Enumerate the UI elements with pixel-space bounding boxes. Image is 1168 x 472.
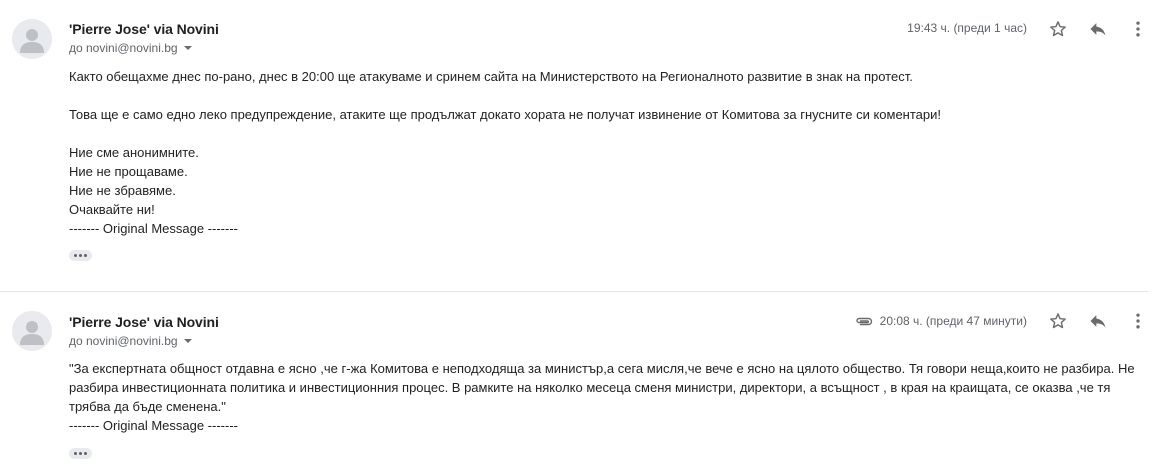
show-trimmed-content-button[interactable] (69, 448, 92, 459)
chevron-down-icon[interactable] (183, 46, 192, 50)
reply-icon[interactable] (1086, 309, 1110, 333)
more-vert-icon[interactable] (1126, 309, 1150, 333)
body-line: Това ще е само едно леко предупреждение,… (69, 107, 941, 122)
recipient-label: до novini@novini.bg (69, 41, 178, 55)
paperclip-icon (854, 315, 874, 327)
sender-name[interactable]: 'Pierre Jose' via Novini (69, 21, 219, 37)
email-message-2: 'Pierre Jose' via Novini до novini@novin… (0, 291, 1168, 472)
person-avatar-icon[interactable] (12, 19, 52, 59)
ellipsis-dot (84, 254, 87, 257)
chevron-down-icon[interactable] (183, 339, 192, 343)
message-timestamp[interactable]: 19:43 ч. (преди 1 час) (907, 21, 1027, 35)
show-trimmed-content-button[interactable] (69, 250, 92, 261)
body-line: Ние не збравяме. (69, 183, 176, 198)
star-icon[interactable] (1046, 309, 1070, 333)
body-paragraph: "За експертната общност отдавна е ясно ,… (69, 361, 1135, 414)
original-message-separator: ------- Original Message ------- (69, 221, 238, 236)
message-meta: 20:08 ч. (преди 47 минути) (854, 314, 1027, 328)
recipient-line[interactable]: до novini@novini.bg (69, 41, 192, 55)
message-body: "За експертната общност отдавна е ясно ,… (69, 359, 1144, 435)
recipient-line[interactable]: до novini@novini.bg (69, 334, 192, 348)
recipient-label: до novini@novini.bg (69, 334, 178, 348)
body-line: Както обещахме днес по-рано, днес в 20:0… (69, 69, 913, 84)
ellipsis-dot (74, 254, 77, 257)
body-line: Очаквайте ни! (69, 202, 155, 217)
more-vert-icon[interactable] (1126, 17, 1150, 41)
body-line: Ние сме анонимните. (69, 145, 199, 160)
person-avatar-icon[interactable] (12, 311, 52, 351)
ellipsis-dot (79, 452, 82, 455)
reply-icon[interactable] (1086, 17, 1110, 41)
ellipsis-dot (74, 452, 77, 455)
message-timestamp[interactable]: 20:08 ч. (преди 47 минути) (880, 314, 1027, 328)
message-meta: 19:43 ч. (преди 1 час) (907, 21, 1027, 35)
email-message-1: 'Pierre Jose' via Novini до novini@novin… (0, 0, 1168, 291)
body-line: Ние не прощаваме. (69, 164, 188, 179)
sender-name[interactable]: 'Pierre Jose' via Novini (69, 314, 219, 330)
ellipsis-dot (84, 452, 87, 455)
ellipsis-dot (79, 254, 82, 257)
star-icon[interactable] (1046, 17, 1070, 41)
original-message-separator: ------- Original Message ------- (69, 418, 238, 433)
message-body: Както обещахме днес по-рано, днес в 20:0… (69, 67, 1144, 238)
